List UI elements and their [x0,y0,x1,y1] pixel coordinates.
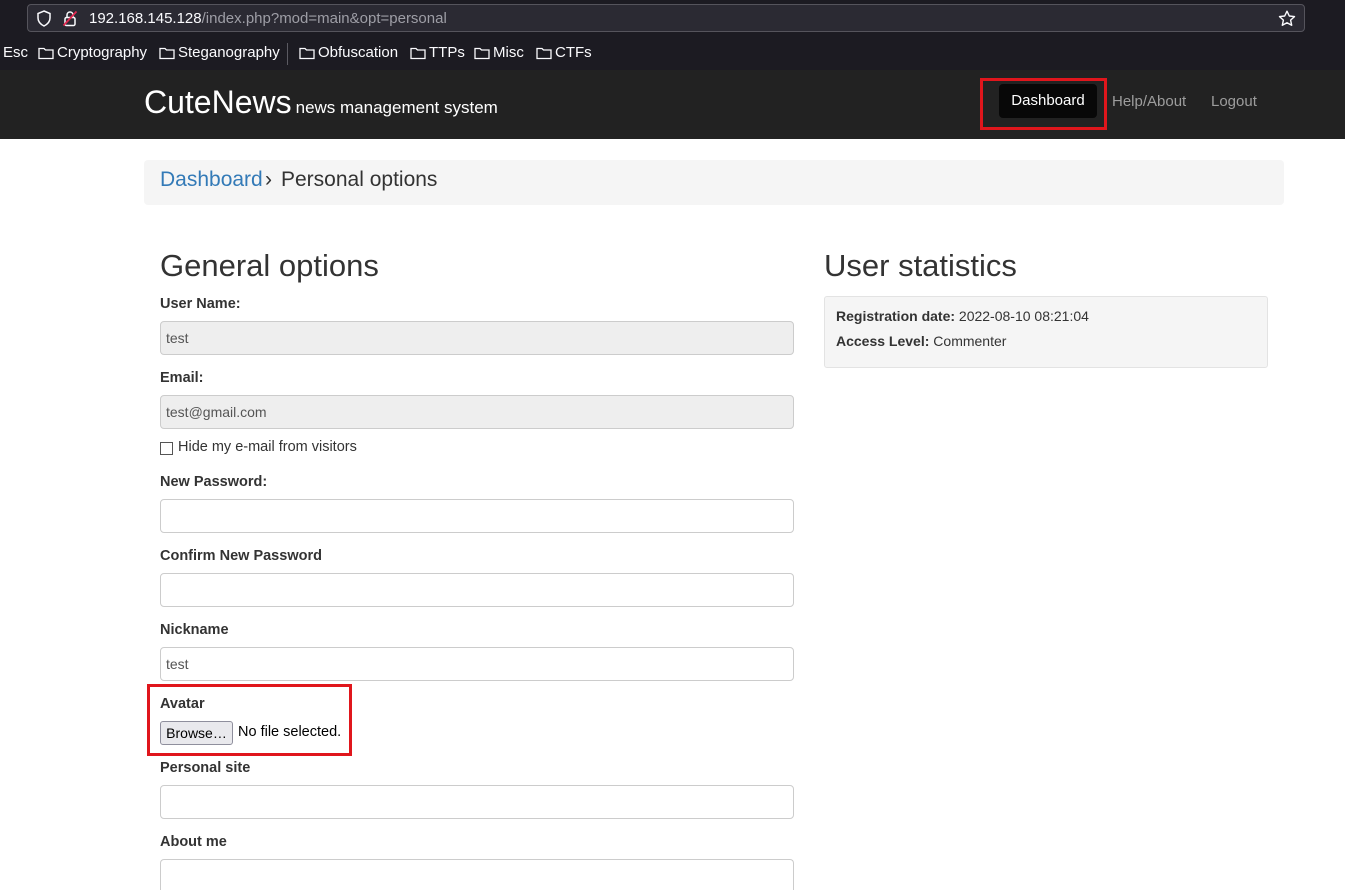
nickname-label: Nickname [160,622,229,638]
bookmark-separator [287,43,288,65]
bookmark-folder-ctfs[interactable]: CTFs [536,44,592,62]
hide-email-row: Hide my e-mail from visitors [160,439,357,455]
folder-icon [38,47,54,60]
new-password-label: New Password: [160,474,268,490]
personal-site-label: Personal site [160,760,251,776]
hide-email-label[interactable]: Hide my e-mail from visitors [178,439,357,455]
bookmark-folder-steganography[interactable]: Steganography [159,44,280,62]
folder-icon [159,47,175,60]
breadcrumb-current: Personal options [281,168,438,191]
folder-icon [474,47,490,60]
breadcrumb: Dashboard › Personal options [144,160,1284,205]
browser-chrome: 192.168.145.128/index.php?mod=main&opt=p… [0,0,1345,70]
registration-date-row: Registration date: 2022-08-10 08:21:04 [836,308,1089,324]
url-text[interactable]: 192.168.145.128/index.php?mod=main&opt=p… [89,10,447,27]
nav-dashboard[interactable]: Dashboard [999,84,1097,118]
about-me-label: About me [160,834,227,850]
site-navbar: CuteNews news management system Dashboard… [0,70,1345,139]
general-options-heading: General options [160,248,379,283]
confirm-password-field[interactable] [160,573,794,607]
avatar-browse-button[interactable]: Browse… [160,721,233,745]
breadcrumb-separator: › [265,168,272,191]
bookmark-folder-cryptography[interactable]: Cryptography [38,44,147,62]
nav-logout[interactable]: Logout [1211,85,1257,119]
email-field[interactable]: test@gmail.com [160,395,794,429]
nickname-field[interactable]: test [160,647,794,681]
bookmarks-toolbar: Esc Cryptography Steganography Obfuscati… [0,40,1345,66]
bookmark-folder-obfuscation[interactable]: Obfuscation [299,44,398,62]
registration-date-value: 2022-08-10 08:21:04 [958,308,1089,324]
folder-icon [410,47,426,60]
hide-email-checkbox[interactable] [160,442,173,455]
new-password-field[interactable] [160,499,794,533]
shield-icon[interactable] [36,10,52,32]
bookmark-star-icon[interactable] [1278,10,1296,32]
email-label: Email: [160,370,204,386]
about-me-field[interactable] [160,859,794,890]
address-bar[interactable]: 192.168.145.128/index.php?mod=main&opt=p… [27,4,1305,32]
user-statistics-panel: Registration date: 2022-08-10 08:21:04 A… [824,296,1268,368]
folder-icon [536,47,552,60]
bookmark-folder-misc[interactable]: Misc [474,44,524,62]
breadcrumb-dashboard-link[interactable]: Dashboard [160,168,263,192]
folder-icon [299,47,315,60]
access-level-value: Commenter [933,333,1007,349]
personal-site-field[interactable] [160,785,794,819]
nav-help-about[interactable]: Help/About [1112,85,1186,119]
site-brand[interactable]: CuteNews news management system [144,84,498,126]
confirm-password-label: Confirm New Password [160,548,322,564]
bookmark-esc[interactable]: Esc [3,44,28,62]
avatar-file-status: No file selected. [238,724,342,740]
insecure-lock-icon[interactable] [62,10,78,32]
access-level-row: Access Level: Commenter [836,333,1007,349]
user-statistics-heading: User statistics [824,248,1017,283]
avatar-label: Avatar [160,696,205,712]
username-field[interactable]: test [160,321,794,355]
username-label: User Name: [160,296,241,312]
bookmark-folder-ttps[interactable]: TTPs [410,44,465,62]
highlight-box-avatar [147,684,352,756]
